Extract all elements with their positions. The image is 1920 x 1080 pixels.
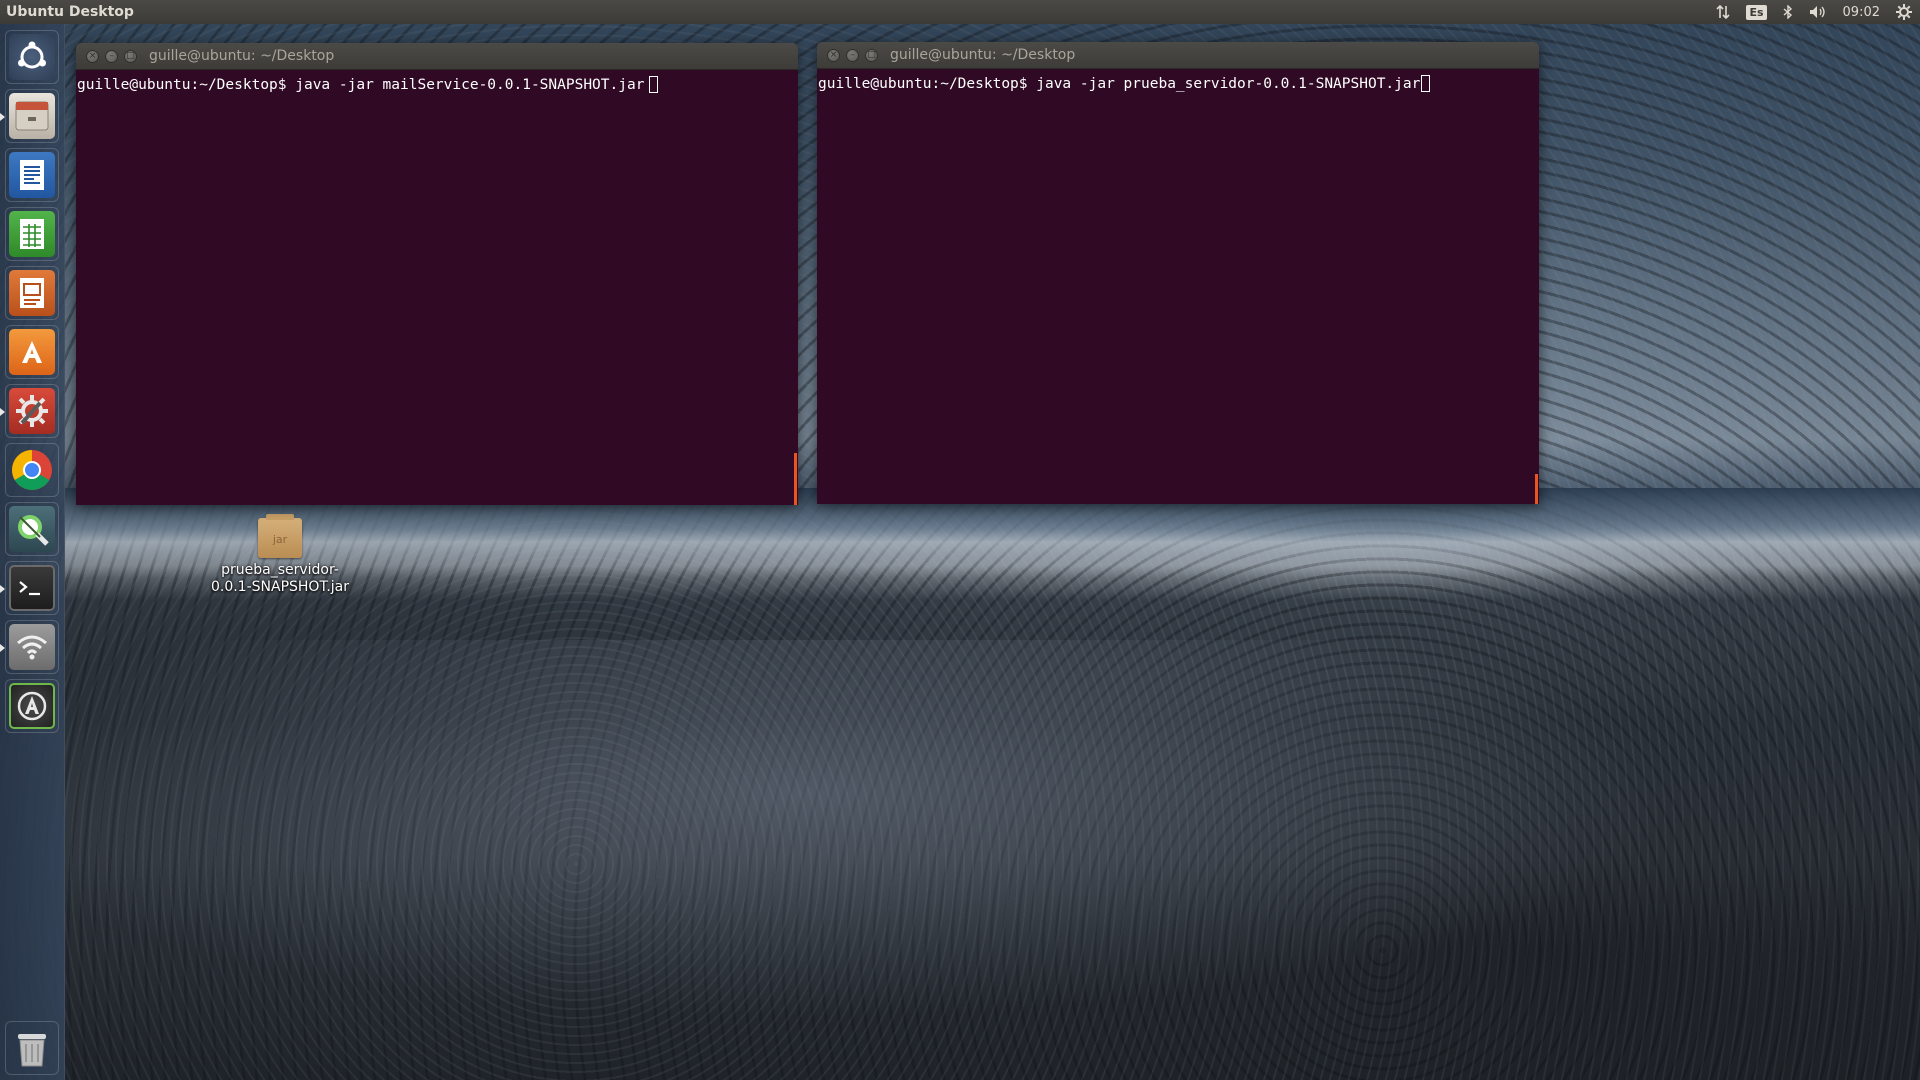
terminal-command: java -jar mailService-0.0.1-SNAPSHOT.jar [286, 77, 645, 93]
terminal-titlebar[interactable]: × – □ guille@ubuntu: ~/Desktop [76, 43, 798, 70]
jar-badge: jar [272, 533, 288, 546]
window-title: Ubuntu Desktop [6, 4, 134, 20]
terminal-prompt: guille@ubuntu:~/Desktop$ [818, 76, 1028, 92]
terminal-prompt: guille@ubuntu:~/Desktop$ [77, 77, 287, 93]
clock[interactable]: 09:02 [1835, 0, 1888, 24]
running-indicator [0, 113, 5, 121]
wallpaper-beach [64, 640, 1920, 1080]
close-icon[interactable]: × [827, 48, 840, 62]
launcher-dash-button[interactable] [5, 30, 59, 84]
file-cabinet-icon [9, 93, 55, 139]
launcher [0, 24, 65, 1080]
terminal-scrollbar[interactable] [794, 453, 797, 505]
desktop-file-label: prueba_servidor- 0.0.1-SNAPSHOT.jar [200, 562, 360, 596]
terminal-scrollbar[interactable] [1535, 474, 1538, 504]
terminal-icon [9, 565, 55, 611]
close-icon[interactable]: × [86, 49, 99, 63]
launcher-calc-button[interactable] [5, 207, 59, 261]
gear-icon[interactable] [1888, 0, 1920, 24]
terminal-title: guille@ubuntu: ~/Desktop [149, 48, 335, 64]
keyboard-layout-label: Es [1746, 4, 1767, 20]
launcher-terminal-button[interactable] [0, 561, 59, 615]
calc-spreadsheet-icon [9, 211, 55, 257]
network-updown-icon[interactable] [1708, 0, 1738, 24]
window-controls: × – □ [817, 48, 890, 62]
launcher-writer-button[interactable] [5, 148, 59, 202]
launcher-software-center-button[interactable] [5, 325, 59, 379]
chrome-icon [9, 447, 55, 493]
minimize-icon[interactable]: – [105, 49, 118, 63]
ubuntu-dash-icon [9, 34, 55, 80]
terminal-cursor [649, 76, 659, 93]
software-center-icon [9, 329, 55, 375]
volume-icon[interactable] [1801, 0, 1835, 24]
launcher-network-button[interactable] [0, 620, 59, 674]
wifi-icon [9, 624, 55, 670]
terminal-output[interactable]: guille@ubuntu:~/Desktop$ java -jar mailS… [76, 70, 798, 99]
launcher-impress-button[interactable] [5, 266, 59, 320]
launcher-system-settings-button[interactable] [0, 384, 59, 438]
launcher-files-button[interactable] [0, 89, 59, 143]
desktop-file-icon[interactable]: jar prueba_servidor- 0.0.1-SNAPSHOT.jar [200, 514, 360, 596]
terminal-cursor [1421, 75, 1431, 92]
software-updater-icon [9, 683, 55, 729]
terminal-titlebar[interactable]: × – □ guille@ubuntu: ~/Desktop [817, 42, 1539, 69]
impress-presentation-icon [9, 270, 55, 316]
terminal-window-mailservice[interactable]: × – □ guille@ubuntu: ~/Desktop guille@ub… [76, 43, 798, 505]
running-indicator [0, 408, 5, 416]
launcher-system-tool-button[interactable] [5, 502, 59, 556]
terminal-window-prueba-servidor[interactable]: × – □ guille@ubuntu: ~/Desktop guille@ub… [817, 42, 1539, 504]
window-controls: × – □ [76, 49, 149, 63]
launcher-updater-button[interactable] [5, 679, 59, 733]
running-indicator [0, 585, 5, 593]
keyboard-layout-indicator[interactable]: Es [1738, 0, 1774, 24]
terminal-command: java -jar prueba_servidor-0.0.1-SNAPSHOT… [1027, 76, 1421, 92]
running-indicator [0, 644, 5, 652]
minimize-icon[interactable]: – [846, 48, 859, 62]
desktop-file-label-line1: prueba_servidor- [221, 562, 339, 578]
writer-document-icon [9, 152, 55, 198]
trash-icon [9, 1025, 55, 1071]
magnifier-tool-icon [9, 506, 55, 552]
bluetooth-icon[interactable] [1775, 0, 1801, 24]
jar-file-icon: jar [258, 514, 302, 558]
indicator-area: Es 09:02 [1708, 0, 1920, 24]
maximize-icon[interactable]: □ [865, 48, 878, 62]
terminal-title: guille@ubuntu: ~/Desktop [890, 47, 1076, 63]
top-panel: Ubuntu Desktop Es 09:02 [0, 0, 1920, 24]
launcher-chrome-button[interactable] [5, 443, 59, 497]
desktop-file-label-line2: 0.0.1-SNAPSHOT.jar [210, 579, 350, 595]
terminal-output[interactable]: guille@ubuntu:~/Desktop$ java -jar prueb… [817, 69, 1539, 98]
launcher-trash-button[interactable] [5, 1021, 59, 1075]
settings-tools-icon [9, 388, 55, 434]
maximize-icon[interactable]: □ [124, 49, 137, 63]
